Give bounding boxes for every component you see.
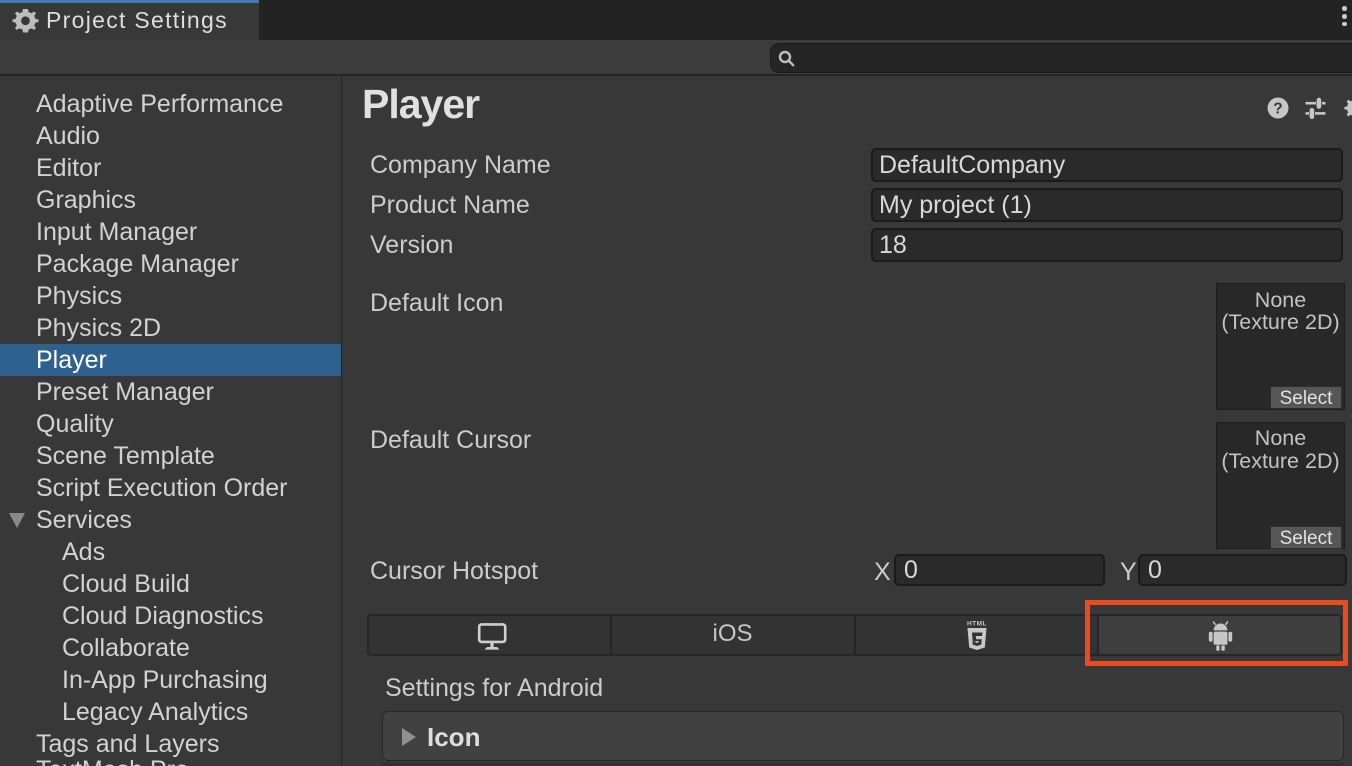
svg-text:HTML: HTML xyxy=(967,621,987,628)
svg-text:?: ? xyxy=(1273,100,1282,117)
